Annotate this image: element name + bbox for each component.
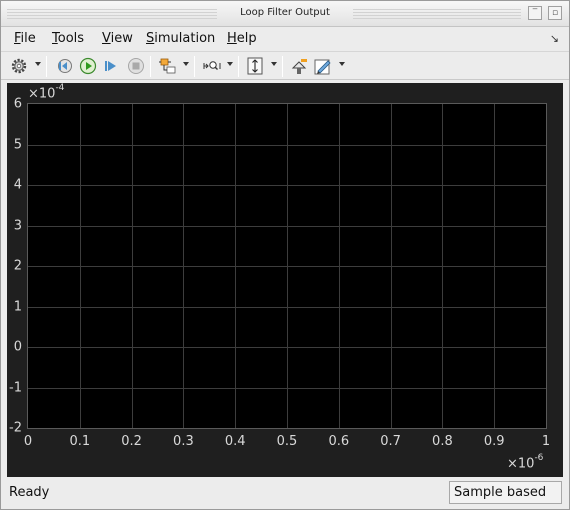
grid-line-horizontal xyxy=(28,266,546,267)
toolbar-separator xyxy=(238,56,239,77)
style-edit-button[interactable] xyxy=(313,56,333,76)
zoom-axes-icon xyxy=(203,61,221,70)
autoscale-dropdown-arrow[interactable] xyxy=(271,62,277,66)
dock-icon[interactable]: ↘ xyxy=(550,32,559,45)
autoscale-icon xyxy=(247,57,263,75)
stop-icon xyxy=(128,58,144,74)
scope-display[interactable]: ×10-4 6 5 4 3 2 1 0 -1 -2 0 0.1 0.2 0.3 0.4 0.5 0.6 0.7… xyxy=(7,83,563,477)
grid-line-horizontal xyxy=(28,185,546,186)
toolbar-separator xyxy=(194,56,195,77)
menu-tools[interactable]: Tools xyxy=(52,31,84,46)
x-tick-label: 0.3 xyxy=(173,434,194,449)
signal-select-button[interactable] xyxy=(158,56,178,76)
zoom-dropdown-arrow[interactable] xyxy=(227,62,233,66)
highlight-block-button[interactable] xyxy=(290,56,310,76)
y-tick-label: 5 xyxy=(13,137,22,152)
grid-line-horizontal xyxy=(28,225,546,227)
y-tick-label: 1 xyxy=(13,299,22,314)
y-tick-label: -2 xyxy=(9,420,22,436)
toolbar-separator xyxy=(150,56,151,77)
signal-select-dropdown-arrow[interactable] xyxy=(183,62,189,66)
settings-button[interactable] xyxy=(9,56,29,76)
menu-help[interactable]: Help xyxy=(227,31,257,46)
minimize-button[interactable]: ‾ xyxy=(528,6,542,20)
plot-axes[interactable] xyxy=(27,103,547,429)
y-tick-label: 0 xyxy=(13,339,22,355)
toolbar xyxy=(1,51,569,80)
x-tick-label: 0.2 xyxy=(121,434,142,449)
x-tick-label: 0.4 xyxy=(224,434,246,449)
x-tick-label: 0.7 xyxy=(380,434,401,449)
menu-bar: File Tools View Simulation Help ↘ xyxy=(1,28,569,50)
gear-icon xyxy=(11,58,27,74)
menu-simulation[interactable]: Simulation xyxy=(146,31,215,46)
status-text: Ready xyxy=(9,485,50,500)
x-tick-label: 0.5 xyxy=(276,434,298,449)
y-tick-label: 4 xyxy=(13,177,22,193)
toolbar-separator xyxy=(46,56,47,77)
highlight-block-icon xyxy=(291,59,307,74)
run-button[interactable] xyxy=(78,56,98,76)
step-back-button[interactable] xyxy=(54,56,74,76)
scope-window: Loop Filter Output ‾ ▫ File Tools View S… xyxy=(0,0,570,510)
menu-file[interactable]: File xyxy=(14,31,36,46)
status-bar: Ready Sample based xyxy=(1,479,569,509)
title-bar[interactable]: Loop Filter Output ‾ ▫ xyxy=(1,1,569,27)
grid-line-horizontal xyxy=(28,347,546,348)
maximize-button[interactable]: ▫ xyxy=(548,6,562,20)
x-tick-label: 0.6 xyxy=(328,434,350,449)
run-icon xyxy=(79,57,97,75)
style-dropdown-arrow[interactable] xyxy=(339,62,345,66)
menu-view[interactable]: View xyxy=(102,31,133,46)
x-tick-label: 0 xyxy=(23,434,33,449)
maximize-icon: ▫ xyxy=(551,8,559,18)
step-forward-button[interactable] xyxy=(102,56,122,76)
x-axis-exponent: ×10-6 xyxy=(507,453,544,472)
toolbar-separator xyxy=(282,56,283,77)
grid-line-horizontal xyxy=(28,144,546,146)
grid-line-horizontal xyxy=(28,387,546,389)
signal-select-icon xyxy=(159,58,176,74)
x-tick-label: 1 xyxy=(541,434,551,449)
step-back-icon xyxy=(58,59,72,73)
title-grip-right xyxy=(353,9,521,19)
x-tick-label: 0.8 xyxy=(432,434,453,449)
x-tick-label: 0.1 xyxy=(69,434,91,449)
settings-dropdown-arrow[interactable] xyxy=(35,62,41,66)
y-axis-exponent: ×10-4 xyxy=(28,83,65,102)
step-forward-icon xyxy=(105,61,116,71)
y-tick-label: -1 xyxy=(9,380,22,395)
sample-mode-label: Sample based xyxy=(454,485,547,500)
zoom-button[interactable] xyxy=(202,56,222,76)
autoscale-button[interactable] xyxy=(245,56,265,76)
sample-mode-indicator: Sample based xyxy=(449,481,562,504)
y-tick-label: 6 xyxy=(13,96,22,112)
minimize-icon: ‾ xyxy=(532,8,538,18)
stop-button[interactable] xyxy=(126,56,146,76)
grid-line-horizontal xyxy=(28,306,546,308)
style-edit-icon xyxy=(314,59,331,75)
y-tick-label: 3 xyxy=(13,218,22,233)
x-tick-label: 0.9 xyxy=(483,434,505,449)
y-tick-label: 2 xyxy=(13,258,22,274)
